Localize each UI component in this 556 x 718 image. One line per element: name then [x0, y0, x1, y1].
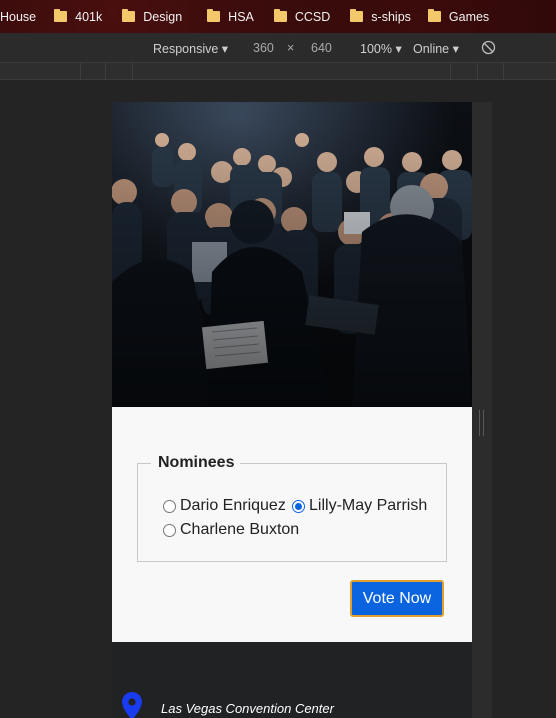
emulated-page: Nominees Dario Enriquez Lilly-May Parris… [112, 102, 472, 718]
bookmarks-bar: House 401k Design HSA CCSD s-ships Games [0, 0, 556, 33]
throttle-label: Online [413, 42, 450, 56]
bookmark-label: HSA [228, 9, 254, 24]
folder-icon [350, 9, 364, 22]
device-select[interactable]: Responsive ▾ [153, 41, 228, 56]
audience-photo [112, 102, 472, 407]
bookmark-folder-s-ships[interactable]: s-ships [350, 9, 411, 24]
bookmark-label: Games [448, 9, 490, 24]
resize-handle[interactable] [479, 410, 484, 436]
throttle-select[interactable]: Online ▾ [413, 41, 459, 56]
nominee-label: Dario Enriquez [180, 497, 286, 514]
folder-icon [207, 9, 221, 22]
nominee-option-charlene[interactable]: Charlene Buxton [163, 521, 299, 539]
vote-now-button[interactable]: Vote Now [350, 580, 444, 617]
zoom-select[interactable]: 100% ▾ [360, 41, 402, 56]
page-footer: Las Vegas Convention Center [112, 642, 472, 718]
dimension-separator: × [287, 41, 295, 55]
bookmark-folder-design[interactable]: Design [122, 9, 183, 24]
zoom-label: 100% [360, 42, 392, 56]
radio-button-selected[interactable] [292, 499, 305, 513]
bookmark-folder-ccsd[interactable]: CCSD [273, 9, 331, 24]
width-input[interactable]: 360 [253, 41, 274, 55]
bookmark-folder-hsa[interactable]: HSA [207, 9, 254, 24]
radio-button[interactable] [163, 523, 176, 537]
venue-location: Las Vegas Convention Center [161, 701, 334, 716]
voting-card: Nominees Dario Enriquez Lilly-May Parris… [112, 407, 472, 642]
device-toolbar: Responsive ▾ 360 × 640 100% ▾ Online ▾ [0, 33, 556, 63]
bookmark-label: s-ships [371, 9, 411, 24]
folder-icon [122, 9, 136, 22]
nominee-label: Lilly-May Parrish [309, 497, 428, 514]
folder-icon [427, 9, 441, 22]
media-query-bar[interactable] [0, 63, 556, 80]
nominee-label: Charlene Buxton [180, 521, 300, 538]
height-input[interactable]: 640 [311, 41, 332, 55]
nominee-option-lilly-may[interactable]: Lilly-May Parrish [292, 497, 427, 515]
bookmark-label: House [0, 9, 37, 24]
nominee-option-dario[interactable]: Dario Enriquez [163, 497, 286, 515]
bookmark-folder-games[interactable]: Games [427, 9, 490, 24]
nominees-legend: Nominees [158, 454, 235, 471]
bookmark-house[interactable]: House [0, 10, 36, 24]
bookmark-label: 401k [75, 9, 103, 24]
folder-icon [273, 9, 287, 22]
radio-button[interactable] [163, 499, 176, 513]
map-pin-icon [122, 692, 142, 718]
bookmark-label: CCSD [294, 9, 331, 24]
device-select-label: Responsive [153, 42, 219, 56]
bookmark-label: Design [143, 9, 183, 24]
rotate-icon[interactable] [481, 40, 496, 58]
folder-icon [54, 9, 68, 22]
bookmark-folder-401k[interactable]: 401k [54, 9, 103, 24]
